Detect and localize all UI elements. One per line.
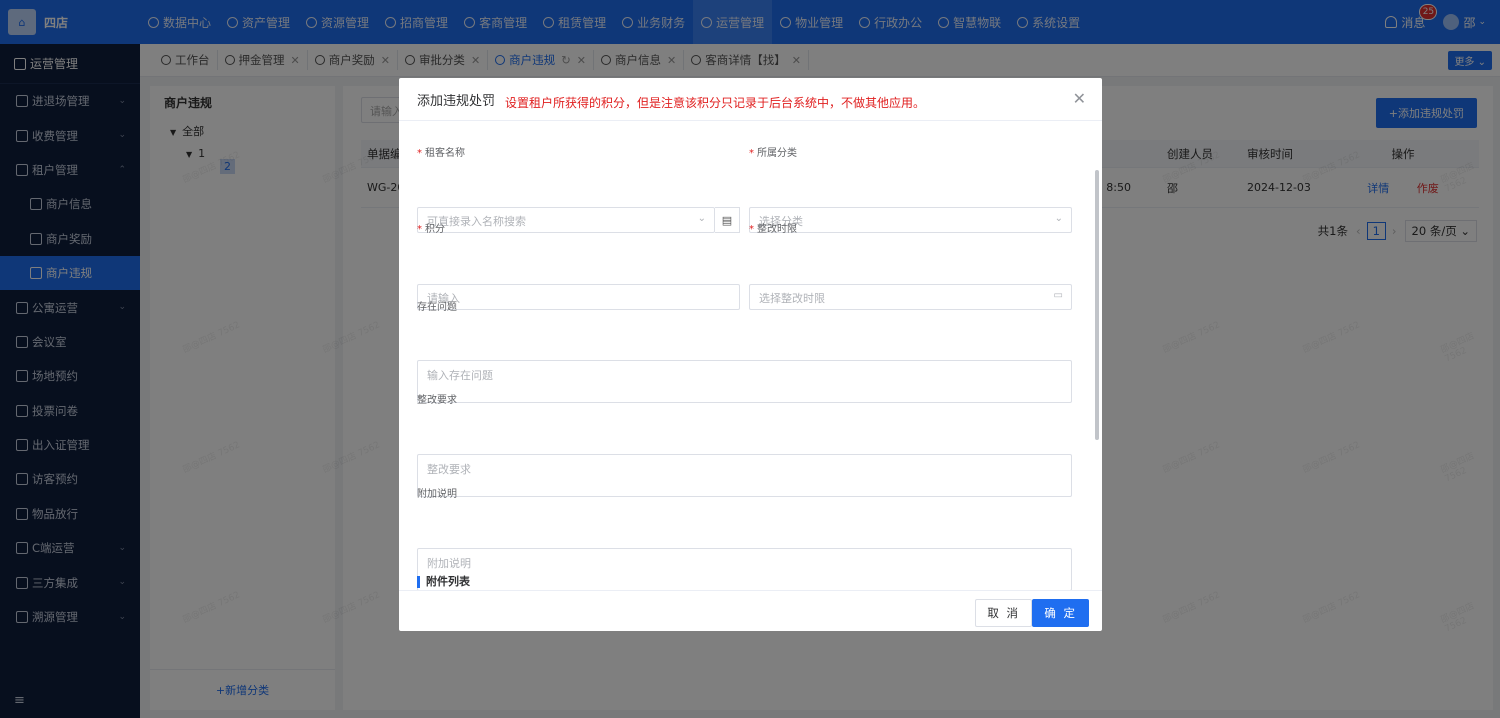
add-violation-dialog: 添加违规处罚 设置租户所获得的积分，但是注意该积分只记录于后台系统中，不做其他应…: [399, 78, 1102, 631]
points-label: * 积分: [417, 224, 445, 235]
close-icon[interactable]: ✕: [1073, 89, 1086, 108]
chevron-down-icon: ⌄: [697, 213, 706, 224]
note-label: 附加说明: [417, 489, 457, 500]
dialog-body: * 租客名称 可直接录入名称搜索 ⌄ ▤ * 所属分类 选择分类 ⌄ * 积分 请输入 *…: [399, 122, 1102, 590]
deadline-label: * 整改时限: [749, 224, 797, 235]
category-label: * 所属分类: [749, 148, 797, 159]
tenant-label: * 租客名称: [417, 148, 465, 159]
dialog-title: 添加违规处罚: [417, 93, 496, 109]
note-textarea[interactable]: 附加说明: [417, 548, 1072, 590]
deadline-picker[interactable]: 选择整改时限 ▭: [749, 284, 1072, 310]
category-select[interactable]: 选择分类 ⌄: [749, 207, 1072, 233]
cancel-button[interactable]: 取 消: [975, 599, 1032, 627]
clipboard-icon[interactable]: ▤: [715, 207, 740, 233]
dialog-tip: 设置租户所获得的积分，但是注意该积分只记录于后台系统中，不做其他应用。: [505, 95, 926, 110]
confirm-button[interactable]: 确 定: [1032, 599, 1089, 627]
attachments-heading: 附件列表: [417, 576, 470, 588]
issue-textarea[interactable]: 输入存在问题: [417, 360, 1072, 403]
requirement-label: 整改要求: [417, 395, 457, 406]
chevron-down-icon: ⌄: [1054, 213, 1063, 224]
dialog-header: 添加违规处罚 设置租户所获得的积分，但是注意该积分只记录于后台系统中，不做其他应…: [399, 78, 1102, 121]
dialog-footer: 取 消 确 定: [399, 590, 1102, 631]
calendar-icon: ▭: [1053, 290, 1063, 301]
dialog-scrollbar[interactable]: [1095, 170, 1099, 440]
requirement-textarea[interactable]: 整改要求: [417, 454, 1072, 497]
issue-label: 存在问题: [417, 302, 457, 313]
tenant-select[interactable]: 可直接录入名称搜索 ⌄: [417, 207, 715, 233]
points-input[interactable]: 请输入: [417, 284, 740, 310]
